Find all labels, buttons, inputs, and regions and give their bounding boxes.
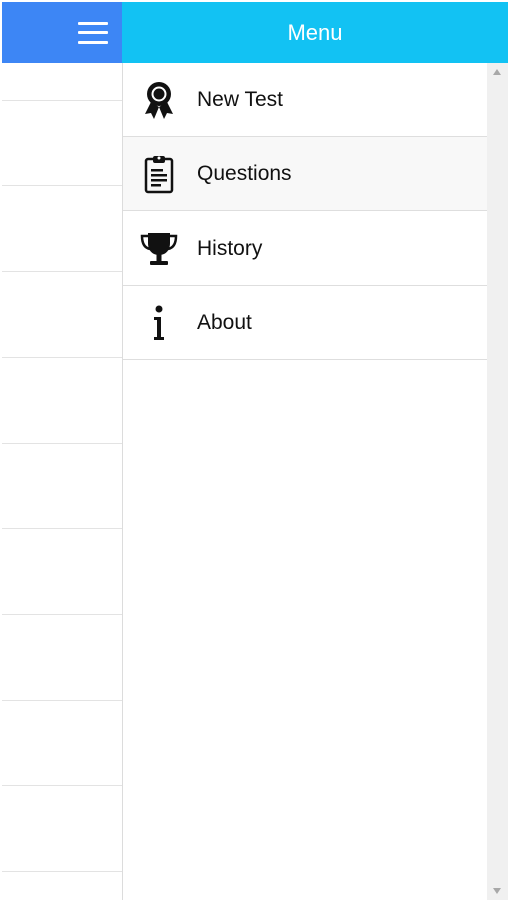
scroll-up-icon[interactable]: [493, 69, 501, 75]
side-menu: New Test Questions History About: [123, 63, 487, 900]
clipboard-icon: [139, 154, 179, 194]
menu-item-label: Questions: [197, 161, 292, 185]
menu-title: Menu: [122, 2, 508, 63]
list-row[interactable]: [2, 785, 122, 786]
menu-item-label: New Test: [197, 87, 283, 111]
list-row[interactable]: [2, 700, 122, 701]
menu-item-new-test[interactable]: New Test: [123, 63, 487, 137]
list-row[interactable]: [2, 100, 122, 101]
award-ribbon-icon: [139, 80, 179, 120]
menu-item-label: About: [197, 310, 252, 334]
list-row[interactable]: [2, 357, 122, 358]
menu-item-label: History: [197, 236, 263, 260]
list-row[interactable]: [2, 528, 122, 529]
scroll-down-icon[interactable]: [493, 888, 501, 894]
menu-item-about[interactable]: About: [123, 286, 487, 360]
hamburger-menu-icon[interactable]: [78, 21, 108, 44]
background-list: [2, 63, 123, 900]
menu-item-questions[interactable]: Questions: [123, 137, 487, 211]
list-row[interactable]: [2, 443, 122, 444]
list-row[interactable]: [2, 185, 122, 186]
trophy-icon: [139, 229, 179, 269]
info-icon: [139, 303, 179, 343]
list-row[interactable]: [2, 614, 122, 615]
scrollbar[interactable]: [487, 63, 508, 900]
app-header: [2, 2, 122, 63]
list-row[interactable]: [2, 871, 122, 872]
menu-item-history[interactable]: History: [123, 212, 487, 286]
list-row[interactable]: [2, 271, 122, 272]
